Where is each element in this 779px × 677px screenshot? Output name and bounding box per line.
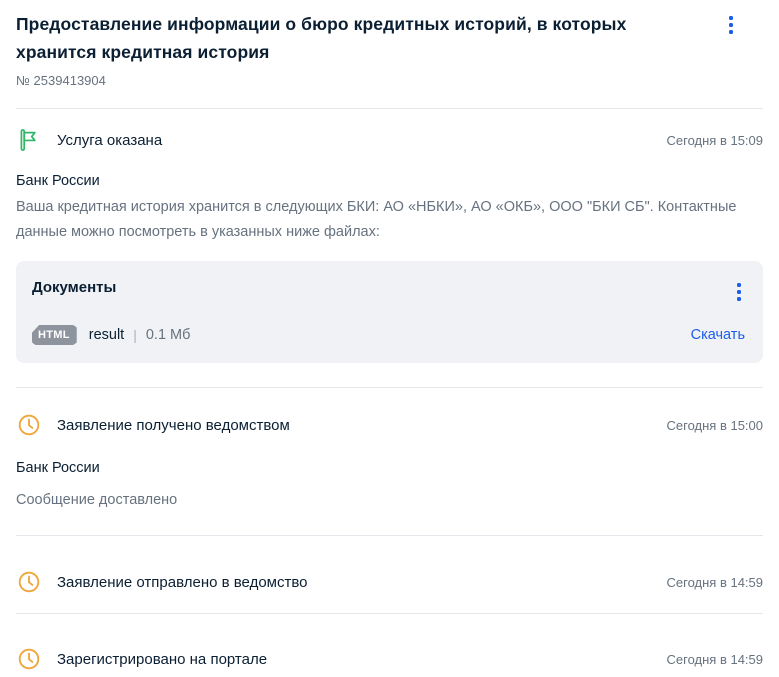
event-time: Сегодня в 14:59 — [666, 651, 763, 667]
event-message: Ваша кредитная история хранится в следую… — [16, 199, 737, 240]
timeline-event-sent: Заявление отправлено в ведомство Сегодня… — [16, 569, 763, 595]
event-time: Сегодня в 15:00 — [666, 417, 763, 433]
file-row: HTML result | 0.1 Мб Скачать — [32, 325, 745, 345]
more-options-button[interactable] — [725, 12, 737, 38]
organization-name: Банк России — [16, 173, 100, 189]
event-title: Заявление получено ведомством — [57, 416, 290, 434]
clock-icon — [16, 569, 42, 595]
application-status-page: Предоставление информации о бюро кредитн… — [0, 0, 779, 672]
event-time: Сегодня в 14:59 — [666, 574, 763, 590]
event-title: Услуга оказана — [57, 131, 163, 149]
event-title: Зарегистрировано на портале — [57, 650, 268, 668]
event-message: Сообщение доставлено — [16, 492, 178, 508]
file-name: result — [88, 327, 125, 343]
timeline-event-service-delivered: Услуга оказана Сегодня в 15:09 Банк Росс… — [16, 127, 763, 363]
page-title: Предоставление информации о бюро кредитн… — [16, 14, 627, 62]
clock-icon — [16, 646, 42, 672]
event-title: Заявление отправлено в ведомство — [57, 573, 308, 591]
documents-title: Документы — [32, 279, 117, 296]
divider — [16, 387, 763, 388]
event-time: Сегодня в 15:09 — [666, 132, 763, 148]
file-type-badge: HTML — [32, 325, 77, 345]
divider — [16, 613, 763, 614]
kebab-icon — [729, 16, 733, 20]
flag-icon — [16, 127, 42, 153]
timeline-event-registered: Зарегистрировано на портале Сегодня в 14… — [16, 646, 763, 672]
organization-name: Банк России — [16, 460, 100, 476]
order-number: № 2539413904 — [16, 73, 106, 88]
header: Предоставление информации о бюро кредитн… — [16, 10, 763, 88]
file-size: 0.1 Мб — [145, 327, 191, 343]
clock-icon — [16, 412, 42, 438]
file-separator: | — [133, 327, 137, 343]
documents-more-button[interactable] — [733, 279, 745, 305]
timeline-event-received: Заявление получено ведомством Сегодня в … — [16, 412, 763, 513]
kebab-icon — [737, 283, 741, 287]
download-link[interactable]: Скачать — [691, 327, 745, 343]
divider — [16, 535, 763, 536]
documents-card: Документы HTML result | 0.1 Мб Скачать — [16, 261, 763, 363]
divider — [16, 108, 763, 109]
